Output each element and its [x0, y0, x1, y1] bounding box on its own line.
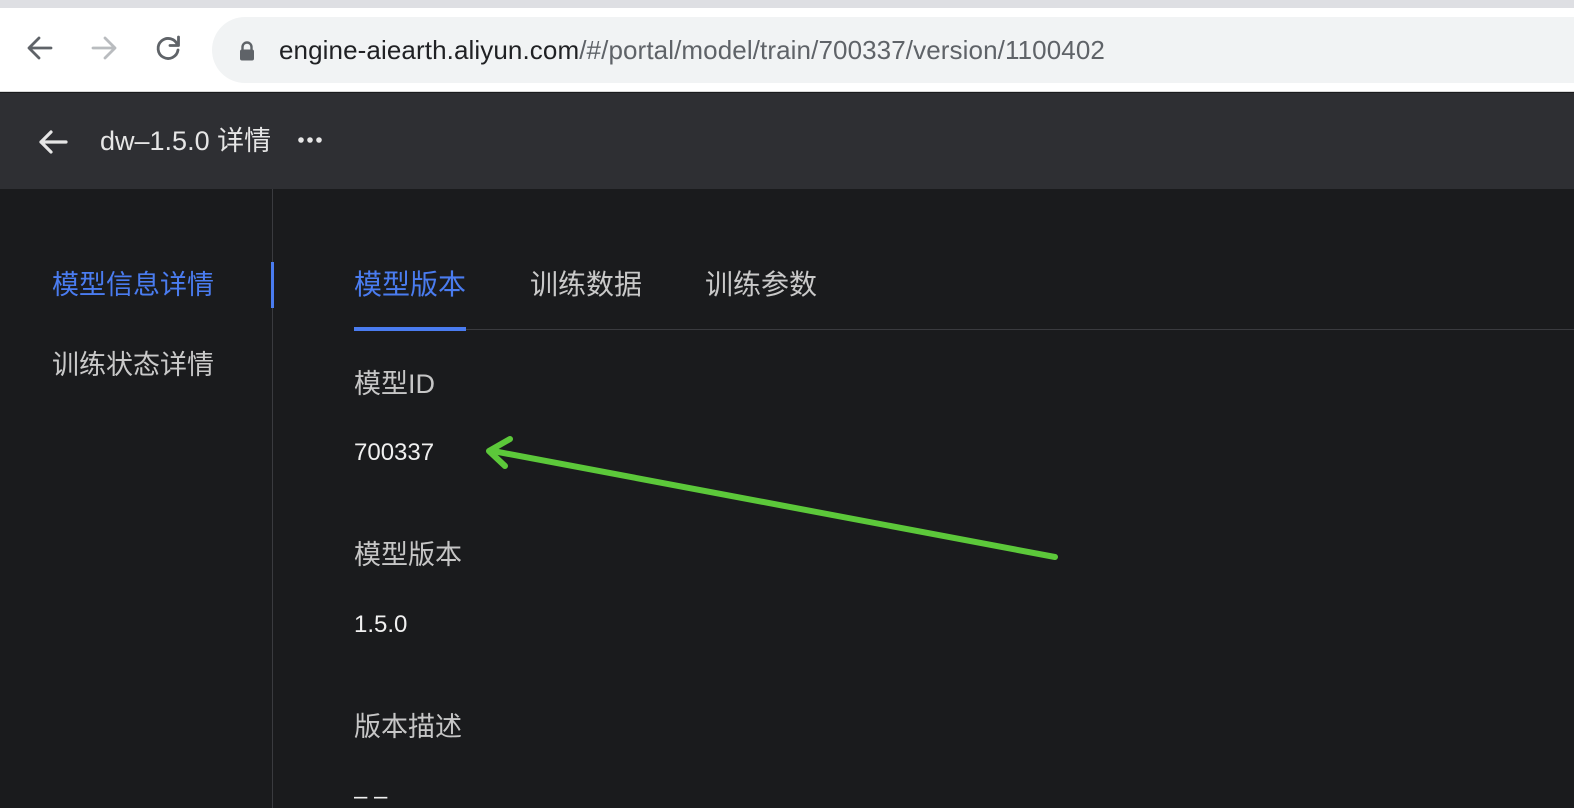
url-host: engine-aiearth.aliyun.com [279, 35, 580, 65]
tab-training-params[interactable]: 训练参数 [705, 259, 817, 330]
main-content: 模型版本 训练数据 训练参数 模型ID 700337 模型版本 1.5.0 版本… [274, 189, 1574, 808]
address-bar[interactable]: engine-aiearth.aliyun.com/#/portal/model… [212, 17, 1574, 83]
lock-icon [240, 41, 254, 61]
page: engine-aiearth.aliyun.com/#/portal/model… [0, 0, 1574, 808]
sidebar: 模型信息详情 训练状态详情 [0, 189, 274, 808]
reload-icon [156, 35, 180, 60]
url-path: /#/portal/model/train/700337/version/110… [579, 35, 1105, 65]
tab-training-data[interactable]: 训练数据 [530, 259, 642, 330]
url-text: engine-aiearth.aliyun.com/#/portal/model… [279, 35, 1105, 65]
page-title: dw–1.5.0 详情 [100, 126, 272, 156]
browser-toolbar: engine-aiearth.aliyun.com/#/portal/model… [0, 8, 1574, 92]
browser-tab-strip [0, 0, 1574, 8]
tab-model-version[interactable]: 模型版本 [354, 259, 467, 331]
field-value-model-id: 700337 [354, 439, 435, 466]
app-header: dw–1.5.0 详情 [0, 93, 1574, 189]
back-arrow-icon [27, 36, 53, 60]
back-arrow-icon[interactable] [36, 125, 70, 159]
field-value-model-version: 1.5.0 [354, 611, 408, 638]
sidebar-item-model-info[interactable]: 模型信息详情 [0, 260, 274, 310]
field-label-version-description: 版本描述 [354, 712, 462, 742]
forward-arrow-icon [91, 36, 117, 60]
more-horizontal-icon[interactable] [296, 133, 326, 147]
browser-back-button[interactable] [22, 30, 58, 66]
field-label-model-version: 模型版本 [354, 540, 462, 570]
field-label-model-id: 模型ID [354, 369, 435, 399]
field-value-version-description: – – [354, 783, 388, 808]
tab-bar: 模型版本 训练数据 训练参数 [354, 259, 1574, 331]
sidebar-item-training-status[interactable]: 训练状态详情 [0, 340, 273, 390]
browser-reload-button[interactable] [150, 30, 186, 66]
browser-forward-button[interactable] [86, 30, 122, 66]
